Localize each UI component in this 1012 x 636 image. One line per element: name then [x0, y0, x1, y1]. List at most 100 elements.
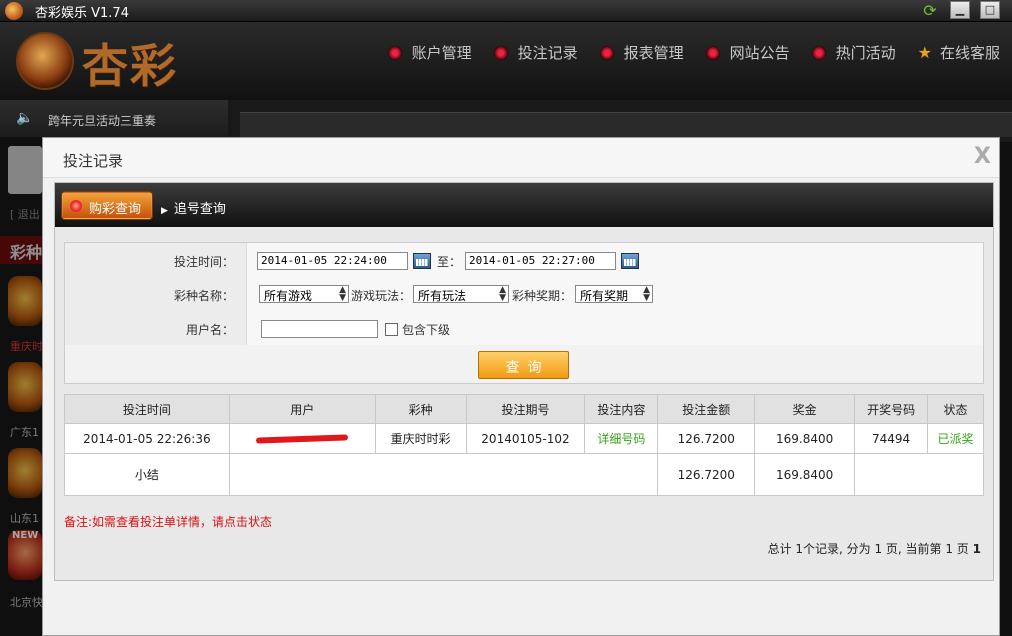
end-time-input[interactable]: 2014-01-05 22:27:00: [465, 252, 616, 270]
select-arrows-icon: ▲ ▼: [499, 285, 506, 303]
column-header[interactable]: 状态: [927, 394, 984, 424]
speaker-icon: 🔈: [16, 110, 34, 126]
form-row-time: 投注时间： 2014-01-05 22:24:00 至： 2014-01-05 …: [65, 243, 983, 277]
close-icon[interactable]: X: [974, 144, 991, 169]
nav-label: 报表管理: [623, 44, 684, 62]
brand-logo-text: 杏彩: [82, 39, 178, 93]
bet-records-dialog: 投注记录 X 购彩查询 ▶ 追号查询 投注时间： 2014-01-05 22:24…: [42, 137, 1000, 636]
subtotal-amount: 126.7200: [657, 453, 756, 496]
tab-label: 追号查询: [173, 202, 226, 217]
marquee-bar[interactable]: 🔈 跨年元旦活动三重奏: [0, 100, 228, 137]
tab-bar: 购彩查询 ▶ 追号查询: [55, 183, 993, 227]
maximize-button[interactable]: □: [980, 1, 1000, 19]
bet-records-table: 投注时间 用户 彩种 投注期号 投注内容 投注金额 奖金 开奖号码 状态 201…: [64, 394, 984, 496]
table-row[interactable]: 2014-01-05 22:26:36 重庆时时彩 20140105-102 详…: [64, 423, 984, 454]
calendar-icon[interactable]: [413, 253, 431, 269]
cell-period: 20140105-102: [465, 423, 586, 454]
user-fields: 包含下级: [247, 311, 983, 345]
nav-bet-records[interactable]: 投注记录: [493, 42, 578, 63]
nav-support[interactable]: ★ 在线客服: [918, 42, 1000, 63]
lottery-ball-icon: [70, 200, 82, 212]
start-time-input[interactable]: 2014-01-05 22:24:00: [257, 252, 408, 270]
include-sub-checkbox[interactable]: [385, 323, 398, 336]
nav-label: 投注记录: [517, 44, 578, 62]
nav-promotions[interactable]: 热门活动: [811, 42, 896, 63]
select-arrows-icon: ▲ ▼: [339, 285, 346, 303]
app-logo-icon: [5, 2, 23, 20]
select-value: 所有游戏: [264, 289, 313, 303]
column-header[interactable]: 投注内容: [584, 394, 659, 424]
query-form: 投注时间： 2014-01-05 22:24:00 至： 2014-01-05 …: [64, 242, 984, 384]
subtotal-empty: [854, 453, 984, 496]
subtotal-row: 小结 126.7200 169.8400: [64, 453, 984, 496]
cell-lottery: 重庆时时彩: [374, 423, 467, 454]
column-header[interactable]: 开奖号码: [854, 394, 929, 424]
status-link[interactable]: 已派奖: [927, 423, 984, 454]
column-header[interactable]: 投注时间: [64, 394, 230, 424]
nav-bullet-icon: [811, 45, 826, 60]
tab-label: 购彩查询: [89, 202, 142, 217]
nav-announcements[interactable]: 网站公告: [705, 42, 790, 63]
column-header[interactable]: 投注期号: [465, 394, 586, 424]
subtotal-label: 小结: [64, 453, 230, 496]
select-value: 所有玩法: [418, 289, 467, 303]
subtotal-prize: 169.8400: [754, 453, 856, 496]
lottery-fields: 所有游戏 ▲ ▼ 游戏玩法： 所有玩法 ▲ ▼ 彩种奖期： 所有奖期 ▲ ▼: [247, 277, 983, 311]
minimize-button[interactable]: ▁: [950, 1, 970, 19]
nav-bullet-icon: [493, 45, 508, 60]
calendar-icon[interactable]: [621, 253, 639, 269]
cell-amount: 126.7200: [657, 423, 756, 454]
select-value: 所有奖期: [580, 289, 629, 303]
current-page[interactable]: 1: [973, 542, 981, 556]
lottery-label: 彩种名称：: [65, 277, 247, 311]
brand-logo-icon: [16, 32, 74, 90]
redacted-username: [256, 434, 349, 444]
user-label: 用户名：: [65, 311, 247, 345]
window-titlebar: 杏彩娱乐 V1.74 ⟳ ▁ □: [0, 0, 1012, 22]
include-sub-label: 包含下级: [402, 323, 451, 337]
nav-bullet-icon: [599, 45, 614, 60]
dialog-header: 投注记录 X: [43, 138, 999, 178]
play-label: 游戏玩法：: [351, 289, 412, 303]
select-arrows-icon: ▲ ▼: [643, 285, 650, 303]
subtotal-spacer: [228, 453, 659, 496]
nav-label: 热门活动: [835, 44, 896, 62]
form-row-user: 用户名： 包含下级: [65, 311, 983, 345]
time-fields: 2014-01-05 22:24:00 至： 2014-01-05 22:27:…: [247, 243, 983, 277]
cell-time: 2014-01-05 22:26:36: [64, 423, 230, 454]
nav-reports[interactable]: 报表管理: [599, 42, 684, 63]
nav-bullet-icon: [705, 45, 720, 60]
column-header[interactable]: 彩种: [374, 394, 467, 424]
cell-draw: 74494: [854, 423, 929, 454]
marquee-text: 跨年元旦活动三重奏: [48, 114, 157, 128]
column-header[interactable]: 投注金额: [657, 394, 756, 424]
app-header: 杏彩 账户管理 投注记录 报表管理 网站公告 热门活动 ★ 在线客服: [0, 22, 1012, 100]
refresh-icon[interactable]: ⟳: [920, 1, 940, 21]
pagination-info: 总计 1个记录, 分为 1 页, 当前第 1 页 1: [768, 540, 981, 557]
play-select[interactable]: 所有玩法 ▲ ▼: [413, 285, 509, 303]
column-header[interactable]: 用户: [228, 394, 376, 424]
nav-label: 账户管理: [411, 44, 472, 62]
period-select[interactable]: 所有奖期 ▲ ▼: [575, 285, 653, 303]
dialog-title: 投注记录: [63, 152, 124, 170]
pagination-text: 总计 1个记录, 分为 1 页, 当前第 1 页: [767, 542, 969, 556]
cell-user: [228, 423, 376, 454]
triangle-right-icon: ▶: [161, 206, 168, 216]
nav-account[interactable]: 账户管理: [387, 42, 472, 63]
tab-purchase-query[interactable]: 购彩查询: [62, 192, 152, 219]
nav-label: 网站公告: [729, 44, 790, 62]
lottery-select[interactable]: 所有游戏 ▲ ▼: [259, 285, 349, 303]
table-header-row: 投注时间 用户 彩种 投注期号 投注内容 投注金额 奖金 开奖号码 状态: [64, 394, 984, 424]
dialog-body: 购彩查询 ▶ 追号查询 投注时间： 2014-01-05 22:24:00 至： …: [54, 182, 994, 581]
username-input[interactable]: [261, 320, 378, 338]
detail-numbers-link[interactable]: 详细号码: [584, 423, 659, 454]
search-button[interactable]: 查询: [478, 351, 569, 379]
main-nav: 账户管理 投注记录 报表管理 网站公告 热门活动 ★ 在线客服: [387, 42, 1000, 63]
nav-bullet-icon: [387, 45, 402, 60]
column-header[interactable]: 奖金: [754, 394, 856, 424]
nav-label: 在线客服: [939, 44, 1000, 62]
star-icon: ★: [917, 43, 932, 62]
cell-prize: 169.8400: [754, 423, 856, 454]
time-label: 投注时间：: [65, 243, 247, 277]
tab-chase-query[interactable]: ▶ 追号查询: [161, 198, 226, 217]
